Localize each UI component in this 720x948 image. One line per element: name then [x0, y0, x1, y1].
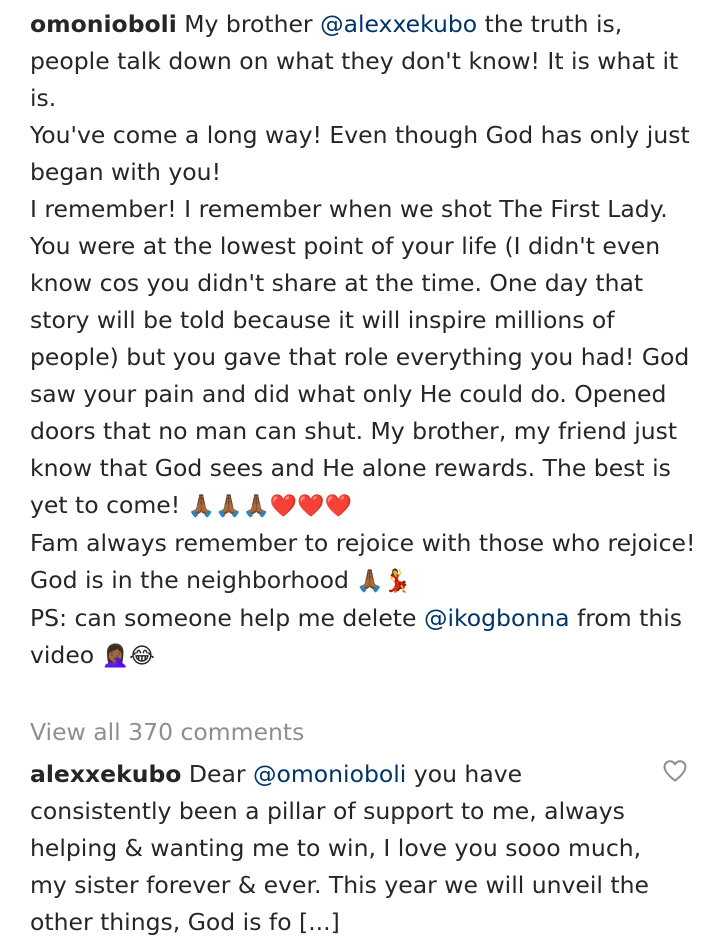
comment: alexxekubo Dear @omonioboli you have con… [30, 756, 650, 941]
caption-paragraph: You've come a long way! Even though God … [30, 117, 700, 191]
caption-text: PS: can someone help me delete [30, 604, 424, 632]
comment-mention[interactable]: @omonioboli [253, 760, 406, 788]
caption-text: I remember! I remember when we shot The … [30, 195, 690, 519]
post-caption: omonioboli My brother @alexxekubo the tr… [30, 6, 700, 675]
emoji: 🤦🏾‍♀️😂 [101, 644, 155, 669]
caption-paragraph: I remember! I remember when we shot The … [30, 191, 700, 525]
caption-paragraph: PS: can someone help me delete @ikogbonn… [30, 600, 700, 675]
caption-text: My brother [176, 10, 321, 38]
caption-paragraph: Fam always remember to rejoice with thos… [30, 525, 700, 600]
caption-paragraph: omonioboli My brother @alexxekubo the tr… [30, 6, 700, 117]
emoji: 🙏🏾🙏🏾🙏🏾❤️❤️❤️ [187, 494, 353, 519]
heart-outline-icon[interactable] [662, 759, 688, 783]
caption-text: You've come a long way! Even though God … [30, 121, 690, 186]
view-all-comments-link[interactable]: View all 370 comments [30, 714, 304, 751]
mention-link[interactable]: @alexxekubo [320, 10, 477, 38]
comment-text-pre: Dear [181, 760, 253, 788]
comment-username[interactable]: alexxekubo [30, 760, 181, 788]
mention-link[interactable]: @ikogbonna [424, 604, 570, 632]
emoji: 🙏🏾💃 [356, 569, 412, 594]
post-username[interactable]: omonioboli [30, 10, 177, 38]
